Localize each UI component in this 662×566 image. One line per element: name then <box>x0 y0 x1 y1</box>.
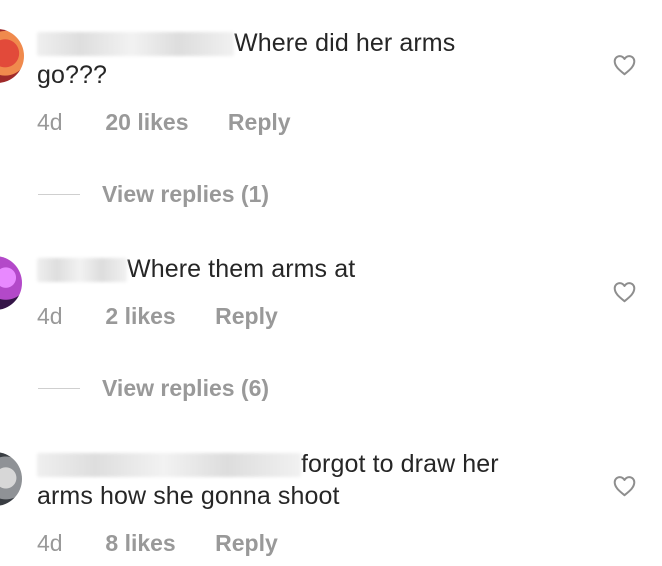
reply-button[interactable]: Reply <box>228 109 291 136</box>
comment-text-line-2: arms how she gonna shoot <box>37 482 340 510</box>
blurred-username[interactable] <box>37 453 301 477</box>
reply-button[interactable]: Reply <box>215 530 278 557</box>
comment-age: 4d <box>37 303 63 329</box>
comment-meta: 4d 2 likes Reply <box>37 303 278 330</box>
comment-text: forgot to draw her arms how she gonna sh… <box>37 448 557 512</box>
comment-text-line-2: go??? <box>37 61 108 89</box>
likes-count[interactable]: 2 likes <box>105 303 175 330</box>
comment-age: 4d <box>37 530 63 556</box>
comment-text-line-1: forgot to draw her <box>301 450 499 478</box>
likes-count[interactable]: 20 likes <box>105 109 188 136</box>
comment-text-line-1: Where them arms at <box>127 255 356 283</box>
avatar[interactable] <box>0 256 22 310</box>
blurred-username[interactable] <box>37 32 234 56</box>
heart-icon[interactable] <box>612 54 637 76</box>
comment-text: Where did her arms go??? <box>37 27 557 91</box>
heart-icon[interactable] <box>612 475 637 497</box>
comment-meta: 4d 8 likes Reply <box>37 530 278 557</box>
view-replies-button[interactable]: View replies (1) <box>38 181 269 207</box>
view-replies-label: View replies (1) <box>102 180 270 207</box>
comment-text-line-1: Where did her arms <box>234 29 456 57</box>
view-replies-button[interactable]: View replies (6) <box>38 375 269 401</box>
blurred-username[interactable] <box>37 258 127 282</box>
replies-divider-line <box>38 193 80 195</box>
replies-divider-line <box>38 387 80 389</box>
comment-age: 4d <box>37 109 63 135</box>
heart-icon[interactable] <box>612 281 637 303</box>
comment-meta: 4d 20 likes Reply <box>37 109 291 136</box>
avatar[interactable] <box>0 452 22 506</box>
view-replies-label: View replies (6) <box>102 374 270 401</box>
likes-count[interactable]: 8 likes <box>105 530 175 557</box>
avatar[interactable] <box>0 29 24 83</box>
reply-button[interactable]: Reply <box>215 303 278 330</box>
comment-text: Where them arms at <box>37 253 557 285</box>
